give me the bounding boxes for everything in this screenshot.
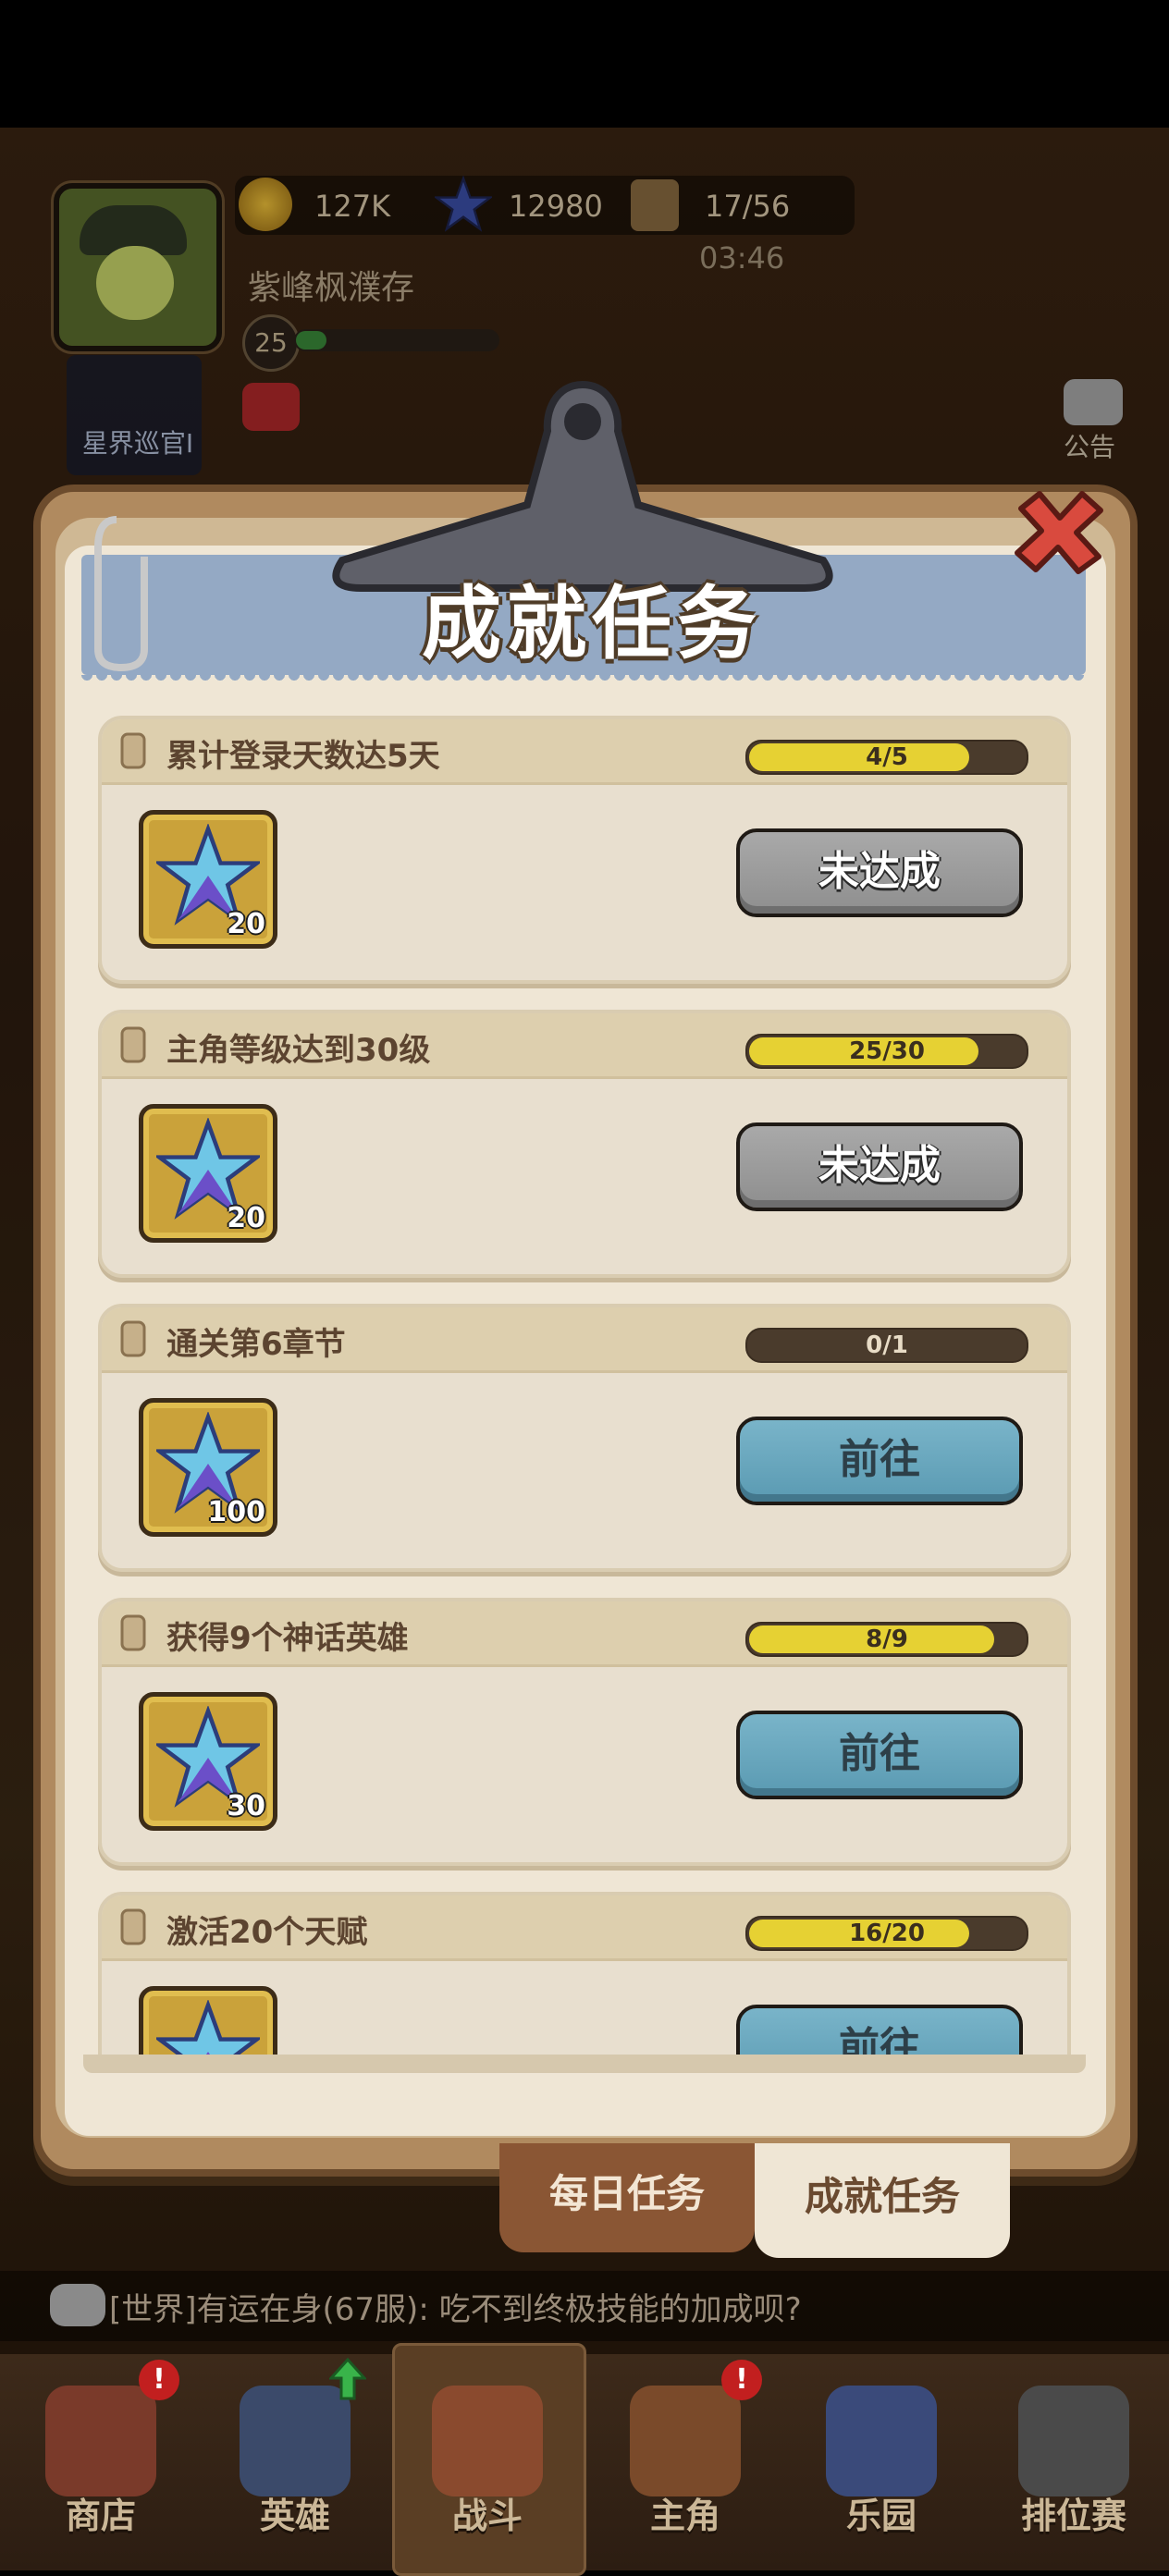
nav-heroes-label: 英雄	[259, 2496, 330, 2536]
task-card: 累计登录天数达5天 4/5 20 未达成	[98, 716, 1071, 984]
reward-count: 100	[207, 1496, 265, 1528]
task-progress-bar: 0/1	[745, 1328, 1028, 1363]
lock-icon	[1018, 2386, 1129, 2496]
scroll-icon	[120, 1908, 146, 1945]
reward-count: 20	[227, 1202, 265, 1234]
task-card: 激活20个天赋 16/20 前往	[98, 1892, 1071, 2055]
shop-tent-icon	[45, 2386, 156, 2496]
nav-shop-label: 商店	[65, 2496, 136, 2536]
task-progress-bar: 4/5	[745, 740, 1028, 775]
list-bottom-edge	[83, 2055, 1086, 2073]
nav-battle-label: 战斗	[451, 2496, 523, 2536]
task-action-button[interactable]: 未达成	[736, 1122, 1023, 1211]
reward-count: 30	[227, 1790, 265, 1822]
reward-item[interactable]: 30	[139, 1692, 277, 1831]
nav-ranked[interactable]: 排位赛	[986, 2367, 1162, 2561]
task-progress-text: 0/1	[866, 1331, 908, 1359]
scroll-icon	[120, 1026, 146, 1063]
task-progress-text: 4/5	[866, 743, 908, 771]
nav-park[interactable]: 乐园	[794, 2367, 969, 2561]
task-name: 累计登录天数达5天	[166, 738, 440, 775]
task-card: 通关第6章节 0/1 100 前往	[98, 1304, 1071, 1572]
reward-item[interactable]: 20	[139, 810, 277, 949]
task-action-button[interactable]: 前往	[736, 1711, 1023, 1799]
shop-alert-icon: !	[139, 2360, 179, 2400]
hero-cards-icon	[240, 2386, 351, 2496]
task-progress-bar: 16/20	[745, 1916, 1028, 1951]
close-button[interactable]	[1003, 481, 1114, 583]
chat-message: [世界]有运在身(67服): 吃不到终极技能的加成呗?	[109, 2291, 802, 2328]
tab-achievement-tasks[interactable]: 成就任务	[755, 2143, 1010, 2258]
task-card: 主角等级达到30级 25/30 20 未达成	[98, 1010, 1071, 1278]
nav-park-label: 乐园	[845, 2496, 917, 2536]
close-icon	[1015, 491, 1103, 574]
task-name: 激活20个天赋	[166, 1914, 368, 1951]
task-action-button[interactable]: 前往	[736, 2005, 1023, 2055]
castle-icon	[826, 2386, 937, 2496]
battle-swords-icon	[432, 2386, 543, 2496]
task-name: 通关第6章节	[166, 1326, 346, 1363]
achievement-task-list[interactable]: 累计登录天数达5天 4/5 20 未达成 主角等级达到30级 25/30 20 …	[83, 703, 1086, 2055]
nav-battle[interactable]: 战斗	[400, 2367, 575, 2561]
reward-count: 20	[227, 908, 265, 940]
scroll-icon	[120, 732, 146, 769]
task-progress-text: 8/9	[866, 1625, 908, 1653]
paperclip-icon	[89, 510, 172, 677]
scroll-icon	[120, 1614, 146, 1651]
owl-hero-icon	[630, 2386, 741, 2496]
gem-star-icon	[156, 2000, 260, 2055]
nav-protagonist-label: 主角	[649, 2496, 720, 2536]
task-action-button[interactable]: 未达成	[736, 828, 1023, 917]
reward-item[interactable]: 100	[139, 1398, 277, 1537]
protagonist-alert-icon: !	[721, 2360, 762, 2400]
task-name: 主角等级达到30级	[166, 1032, 431, 1069]
chat-bubble-icon[interactable]	[50, 2284, 105, 2326]
nav-ranked-label: 排位赛	[1020, 2496, 1126, 2536]
task-progress-bar: 25/30	[745, 1034, 1028, 1069]
tab-daily-tasks[interactable]: 每日任务	[499, 2143, 755, 2252]
task-progress-bar: 8/9	[745, 1622, 1028, 1657]
task-action-button[interactable]: 前往	[736, 1417, 1023, 1505]
task-progress-text: 25/30	[849, 1037, 925, 1065]
upgrade-arrow-icon	[327, 2357, 368, 2400]
reward-item[interactable]	[139, 1986, 277, 2055]
scroll-icon	[120, 1320, 146, 1357]
task-name: 获得9个神话英雄	[166, 1620, 409, 1657]
modal-title: 成就任务	[422, 578, 762, 670]
task-card: 获得9个神话英雄 8/9 30 前往	[98, 1598, 1071, 1866]
reward-item[interactable]: 20	[139, 1104, 277, 1243]
task-progress-text: 16/20	[849, 1920, 925, 1947]
